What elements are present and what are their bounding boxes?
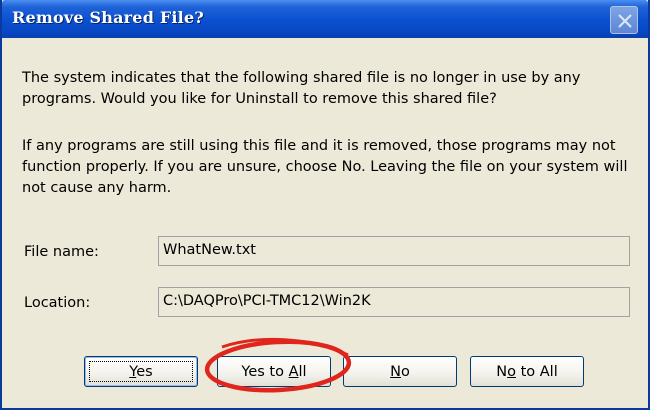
close-icon: [618, 14, 632, 28]
yes-to-all-button[interactable]: Yes to All: [217, 356, 331, 387]
close-button[interactable]: [610, 6, 638, 34]
dialog-title: Remove Shared File?: [12, 8, 204, 27]
file-name-field: WhatNew.txt: [158, 236, 630, 266]
yes-button[interactable]: Yes: [84, 356, 198, 387]
focus-ring: [89, 361, 193, 382]
no-button-label: No: [390, 363, 410, 380]
no-to-all-button-label: No to All: [496, 363, 558, 380]
no-to-all-button[interactable]: No to All: [470, 356, 584, 387]
message-paragraph-1: The system indicates that the following …: [22, 70, 581, 107]
location-field: C:\DAQPro\PCI-TMC12\Win2K: [158, 287, 630, 317]
location-label: Location:: [24, 295, 91, 311]
message-paragraph-2: If any programs are still using this fil…: [22, 138, 628, 196]
remove-shared-file-dialog: Remove Shared File? The system indicates…: [0, 0, 650, 410]
no-button[interactable]: No: [343, 356, 457, 387]
title-bar[interactable]: Remove Shared File?: [2, 0, 648, 38]
file-name-label: File name:: [24, 244, 99, 260]
yes-to-all-button-label: Yes to All: [241, 363, 307, 380]
dialog-content: The system indicates that the following …: [2, 38, 648, 408]
